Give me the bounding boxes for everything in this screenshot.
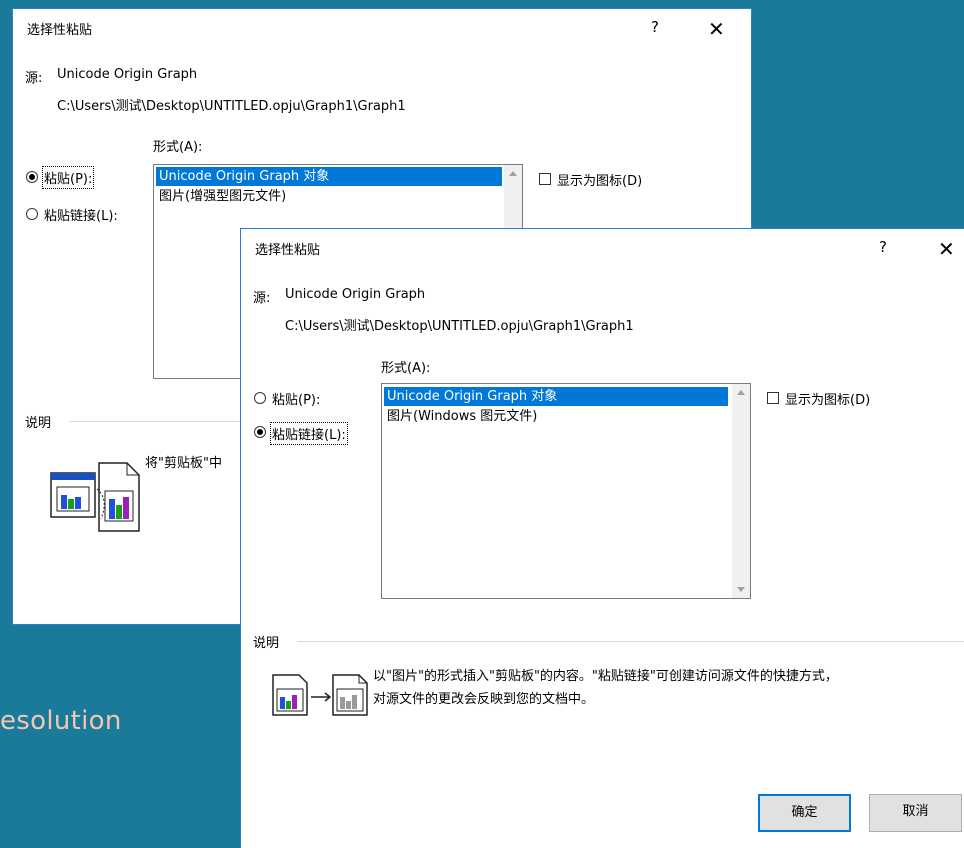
paste-radio-label[interactable]: 粘贴(P):: [272, 389, 320, 408]
paste-link-radio-label[interactable]: 粘贴链接(L):: [44, 205, 118, 224]
background-partial-text: esolution: [0, 706, 122, 736]
paste-link-radio-label[interactable]: 粘贴链接(L):: [270, 422, 348, 445]
paste-special-dialog-front: 选择性粘贴 ? ✕ 源: Unicode Origin Graph C:\Use…: [240, 228, 964, 848]
description-label: 说明: [25, 416, 52, 431]
help-button[interactable]: ?: [879, 238, 887, 256]
scroll-up-icon[interactable]: [737, 390, 745, 395]
format-label: 形式(A):: [153, 140, 203, 155]
separator: [297, 641, 964, 642]
source-name: Unicode Origin Graph: [57, 67, 198, 82]
paste-radio[interactable]: [254, 392, 266, 404]
close-button[interactable]: ✕: [938, 239, 955, 259]
scrollbar[interactable]: [732, 384, 750, 598]
paste-link-radio[interactable]: [26, 208, 38, 220]
list-item[interactable]: Unicode Origin Graph 对象: [384, 387, 728, 406]
cancel-button[interactable]: 取消: [869, 794, 962, 832]
scroll-up-icon[interactable]: [509, 171, 517, 176]
dialog-title: 选择性粘贴: [27, 23, 93, 38]
display-as-icon-label[interactable]: 显示为图标(D): [557, 170, 642, 189]
format-listbox[interactable]: Unicode Origin Graph 对象 图片(Windows 图元文件): [381, 383, 751, 599]
paste-link-radio[interactable]: [254, 426, 266, 438]
paste-radio-label[interactable]: 粘贴(P):: [41, 166, 95, 189]
list-item[interactable]: Unicode Origin Graph 对象: [156, 167, 502, 186]
dialog-title: 选择性粘贴: [255, 243, 321, 258]
display-as-icon-label[interactable]: 显示为图标(D): [785, 389, 870, 408]
description-line-1: 以"图片"的形式插入"剪贴板"的内容。"粘贴链接"可创建访问源文件的快捷方式，: [373, 669, 838, 684]
close-button[interactable]: ✕: [708, 19, 725, 39]
source-label: 源:: [25, 71, 43, 86]
display-as-icon-checkbox[interactable]: [539, 173, 551, 185]
source-path: C:\Users\测试\Desktop\UNTITLED.opju\Graph1…: [57, 99, 406, 114]
paste-link-illustration-icon: [50, 462, 140, 532]
paste-picture-illustration-icon: [272, 674, 368, 716]
display-as-icon-checkbox[interactable]: [767, 392, 779, 404]
format-label: 形式(A):: [381, 361, 431, 376]
help-button[interactable]: ?: [651, 18, 659, 36]
ok-button[interactable]: 确定: [758, 794, 851, 832]
source-label: 源:: [253, 291, 271, 306]
paste-radio[interactable]: [26, 171, 38, 183]
source-name: Unicode Origin Graph: [285, 287, 426, 302]
scroll-down-icon[interactable]: [737, 587, 745, 592]
description-line-2: 对源文件的更改会反映到您的文档中。: [373, 692, 595, 707]
description-label: 说明: [253, 636, 280, 651]
source-path: C:\Users\测试\Desktop\UNTITLED.opju\Graph1…: [285, 319, 634, 334]
description-text: 将"剪贴板"中: [145, 456, 222, 471]
list-item[interactable]: 图片(增强型图元文件): [156, 187, 289, 206]
list-item[interactable]: 图片(Windows 图元文件): [384, 407, 540, 426]
